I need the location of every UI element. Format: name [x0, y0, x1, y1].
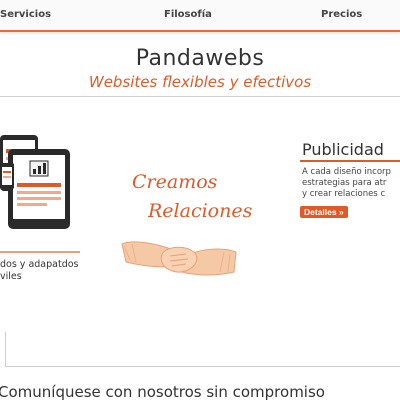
- center-heading-line1: Creamos: [132, 171, 218, 193]
- header-divider: [0, 96, 400, 97]
- publicidad-underline: [300, 160, 400, 162]
- nav-link-servicios[interactable]: Servicios: [0, 9, 51, 20]
- publicidad-text-line: estrategias para atr: [302, 178, 387, 188]
- publicidad-text: A cada diseño incorp estrategias para at…: [302, 167, 400, 200]
- publicidad-title: Publicidad: [302, 140, 384, 159]
- nav-link-precios[interactable]: Precios: [321, 9, 362, 20]
- center-heading-line2: Relaciones: [148, 200, 253, 222]
- footer-divider-vertical: [5, 332, 6, 366]
- handshake-icon: [121, 241, 237, 276]
- left-text-line: viles: [0, 271, 22, 282]
- publicidad-text-line: A cada diseño incorp: [302, 167, 391, 177]
- site-tagline: Websites flexibles y efectivos: [88, 73, 312, 91]
- left-text-line: dos y adapatdos: [0, 259, 79, 270]
- devices-illustration: [0, 135, 70, 229]
- site-title: Pandawebs: [135, 46, 265, 71]
- contact-heading: Comuníquese con nosotros sin compromiso: [0, 383, 325, 401]
- footer-divider: [5, 366, 400, 367]
- left-column-underline: [0, 251, 80, 253]
- nav-link-filosofia[interactable]: Filosofía: [164, 9, 212, 20]
- details-button[interactable]: Detalles »: [300, 206, 348, 218]
- publicidad-text-line: y crear relaciones c: [302, 189, 386, 199]
- left-column-text: dos y adapatdos viles: [0, 259, 100, 283]
- top-nav: Servicios Filosofía Precios: [0, 0, 400, 32]
